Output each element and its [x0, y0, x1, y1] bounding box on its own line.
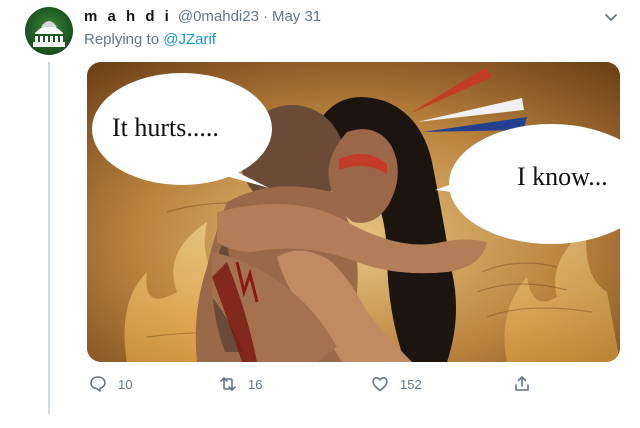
- thread-line: [48, 62, 50, 414]
- separator-dot: ·: [262, 8, 268, 25]
- tweet-date[interactable]: May 31: [272, 8, 321, 25]
- bubble-left-text: It hurts.....: [112, 113, 219, 142]
- mosque-avatar-icon: [33, 21, 65, 47]
- user-handle[interactable]: @0mahdi23: [178, 8, 259, 25]
- retweet-icon: [220, 377, 236, 391]
- tweet-actions: 10 16 152: [84, 374, 544, 398]
- reply-prefix: Replying to: [84, 31, 160, 48]
- share-action[interactable]: [512, 374, 532, 394]
- share-icon: [515, 376, 529, 391]
- reply-mention-link[interactable]: @JZarif: [163, 31, 216, 48]
- comment-icon: [90, 376, 106, 392]
- tweet-image[interactable]: It hurts..... I know...: [87, 62, 620, 362]
- comic-illustration: [87, 62, 620, 362]
- retweet-count: 16: [248, 376, 263, 392]
- tweet-header: m a h d i @0mahdi23 · May 31: [84, 8, 321, 28]
- reply-count: 10: [118, 376, 133, 392]
- chevron-down-icon[interactable]: [602, 9, 620, 27]
- heart-icon: [372, 377, 388, 392]
- reply-context: Replying to @JZarif: [84, 31, 216, 48]
- display-name[interactable]: m a h d i: [84, 8, 172, 25]
- bubble-right-text: I know...: [517, 162, 608, 191]
- like-count: 152: [400, 376, 422, 392]
- retweet-action[interactable]: 16: [218, 374, 262, 394]
- avatar[interactable]: [25, 7, 73, 55]
- like-action[interactable]: 152: [370, 374, 422, 394]
- reply-action[interactable]: 10: [88, 374, 132, 394]
